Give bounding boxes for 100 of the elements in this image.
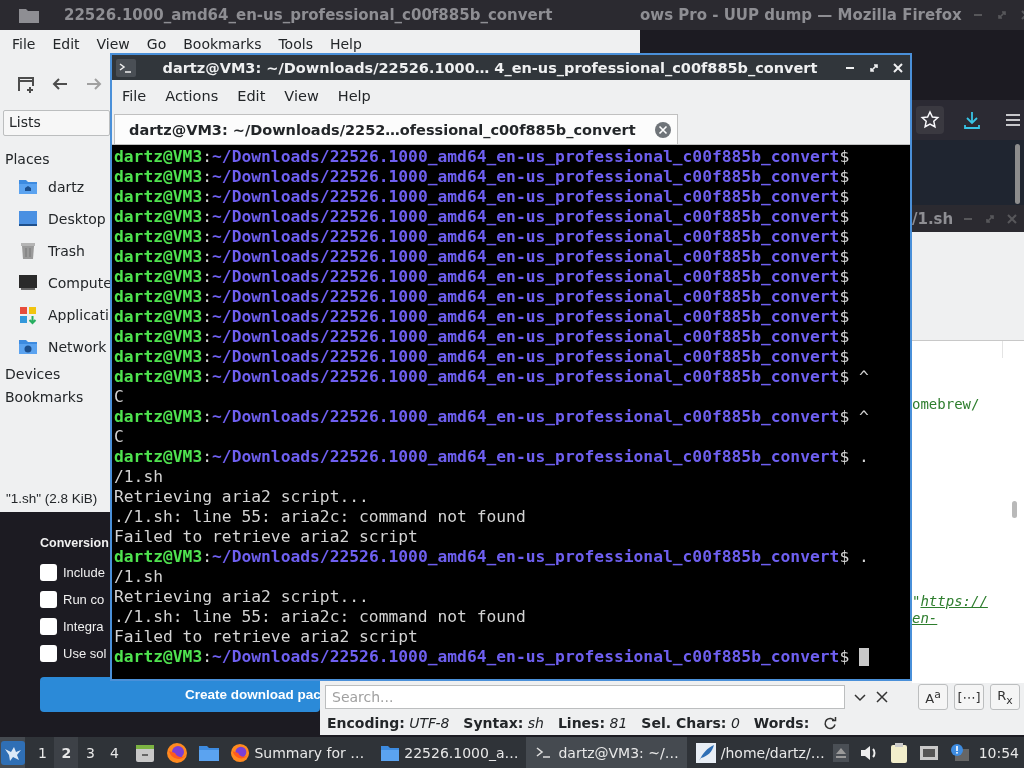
- sidebar-item[interactable]: Trash: [48, 243, 85, 259]
- scrollbar[interactable]: [1015, 144, 1020, 204]
- star-icon: [920, 110, 940, 130]
- close-circle-icon[interactable]: [653, 120, 672, 139]
- menu-item[interactable]: File: [4, 36, 45, 52]
- applications-icon: [18, 305, 38, 325]
- terminal-line: dartz@VM3:~/Downloads/22526.1000_amd64_en-us_professional_c00f885b_convert$: [114, 307, 851, 327]
- menu-item[interactable]: Help: [330, 88, 383, 104]
- status-label: Encoding:: [327, 715, 405, 732]
- window-title: /1.sh: [912, 209, 954, 228]
- maximize-icon[interactable]: [868, 61, 880, 74]
- terminal-line: dartz@VM3:~/Downloads/22526.1000_amd64_en-us_professional_c00f885b_convert$: [114, 187, 851, 207]
- scrollbar[interactable]: [1012, 501, 1017, 518]
- search-option-button[interactable]: A$^{a}$: [918, 684, 948, 711]
- taskbar-button[interactable]: dartz@VM3: ~/…: [526, 737, 687, 768]
- code-text: ": [912, 593, 921, 609]
- workspace-button[interactable]: 3: [78, 737, 103, 768]
- workspace-button[interactable]: 2: [54, 737, 79, 768]
- workspace-button[interactable]: 4: [102, 737, 127, 768]
- terminal-line: ./1.sh: line 55: aria2c: command not found: [114, 607, 527, 627]
- eject-icon[interactable]: [832, 743, 849, 762]
- new-tab-icon[interactable]: [17, 75, 35, 93]
- status-value: 81: [609, 715, 628, 732]
- sidebar-item[interactable]: dartz: [48, 179, 85, 195]
- browser-icon[interactable]: [166, 741, 189, 764]
- status-value: 0: [730, 715, 740, 732]
- sidebar-item[interactable]: Applicati: [48, 307, 109, 323]
- sidebar-item[interactable]: Compute: [48, 275, 112, 291]
- terminal-line: dartz@VM3:~/Downloads/22526.1000_amd64_en-us_professional_c00f885b_convert$: [114, 247, 851, 267]
- menu-item[interactable]: Bookmarks: [175, 36, 271, 52]
- status-value: sh: [527, 715, 544, 732]
- terminal-line: Failed to retrieve aria2 script: [114, 627, 419, 647]
- window-title: dartz@VM3: ~/Downloads/22526.1000… 4_en-us_professional_c00f885b_convert: [161, 59, 819, 76]
- status-text: "1.sh" (2.8 KiB): [6, 491, 98, 506]
- clock[interactable]: 10:54: [978, 744, 1019, 761]
- checkbox-label: Include: [63, 565, 105, 580]
- checkbox[interactable]: [40, 645, 57, 662]
- sidebar-heading: Devices: [4, 365, 62, 384]
- code-link[interactable]: https://: [920, 593, 988, 609]
- terminal-line: dartz@VM3:~/Downloads/22526.1000_amd64_en-us_professional_c00f885b_convert$ ^: [114, 367, 870, 387]
- terminal-line: Retrieving aria2 script...: [114, 587, 370, 607]
- terminal-line: dartz@VM3:~/Downloads/22526.1000_amd64_en-us_professional_c00f885b_convert$: [114, 287, 851, 307]
- terminal-line: dartz@VM3:~/Downloads/22526.1000_amd64_en-us_professional_c00f885b_convert$: [114, 647, 850, 667]
- terminal-line: dartz@VM3:~/Downloads/22526.1000_amd64_en-us_professional_c00f885b_convert$ .: [114, 447, 870, 467]
- menu-item[interactable]: View: [88, 36, 139, 52]
- menu-item[interactable]: Help: [321, 36, 371, 52]
- view-selector[interactable]: Lists: [3, 110, 110, 136]
- menu-item[interactable]: View: [277, 88, 331, 104]
- taskbar-button[interactable]: /home/dartz/…: [686, 737, 833, 768]
- terminal-line: Retrieving aria2 script...: [114, 487, 370, 507]
- network-icon[interactable]: [918, 743, 939, 762]
- search-option-button[interactable]: [⋯]: [954, 684, 984, 711]
- taskbar-button[interactable]: 22526.1000_a…: [372, 737, 527, 768]
- text-cursor: [859, 648, 869, 666]
- terminal-line: /1.sh: [114, 467, 164, 487]
- terminal-line: dartz@VM3:~/Downloads/22526.1000_amd64_en-us_professional_c00f885b_convert$ ^: [114, 407, 870, 427]
- code-text: omebrew/: [912, 396, 980, 412]
- code-link[interactable]: en-: [912, 610, 938, 626]
- folder-icon: [18, 6, 40, 24]
- notification-icon[interactable]: [948, 742, 969, 763]
- workspace-button[interactable]: 1: [30, 737, 55, 768]
- refresh-icon[interactable]: [823, 716, 838, 731]
- network-folder-icon: [18, 337, 38, 357]
- desktop-icon: [18, 209, 38, 229]
- terminal-icon: [116, 58, 136, 77]
- create-download-button[interactable]: Create download pac: [40, 677, 320, 712]
- menu-item[interactable]: File: [115, 88, 159, 104]
- terminal-line: dartz@VM3:~/Downloads/22526.1000_amd64_en-us_professional_c00f885b_convert$: [114, 167, 851, 187]
- bookmark-button[interactable]: [916, 106, 944, 134]
- terminal-tab[interactable]: dartz@VM3: ~/Downloads/2252…ofessional_c00f885b_convert: [114, 114, 678, 144]
- close-icon[interactable]: [892, 61, 904, 74]
- trash-icon: [18, 241, 38, 261]
- sidebar-item[interactable]: Desktop: [48, 211, 106, 227]
- status-label: Lines:: [557, 715, 606, 732]
- menu-item[interactable]: Go: [138, 36, 176, 52]
- feather-icon: [694, 741, 717, 764]
- sidebar-heading: Places: [4, 150, 51, 169]
- start-button[interactable]: [0, 737, 26, 768]
- sidebar-heading: Bookmarks: [4, 388, 85, 407]
- menu-item[interactable]: Tools: [270, 36, 322, 52]
- checkbox[interactable]: [40, 591, 57, 608]
- terminal-line: dartz@VM3:~/Downloads/22526.1000_amd64_en-us_professional_c00f885b_convert$: [114, 227, 851, 247]
- menu-item[interactable]: Edit: [44, 36, 89, 52]
- search-option-button[interactable]: R$_{x}$: [990, 684, 1020, 711]
- taskbar-button[interactable]: Summary for …: [222, 737, 373, 768]
- close-icon[interactable]: [875, 690, 889, 705]
- browser-icon: [230, 742, 251, 763]
- terminal-line: C: [114, 387, 125, 407]
- menu-item[interactable]: Edit: [230, 88, 278, 104]
- terminal-line: dartz@VM3:~/Downloads/22526.1000_amd64_en-us_professional_c00f885b_convert$: [114, 147, 851, 167]
- checkbox[interactable]: [40, 618, 57, 635]
- menu-item[interactable]: Actions: [158, 88, 231, 104]
- terminal-line: dartz@VM3:~/Downloads/22526.1000_amd64_en-us_professional_c00f885b_convert$: [114, 327, 851, 347]
- terminal-line: ./1.sh: line 55: aria2c: command not found: [114, 507, 527, 527]
- search-field[interactable]: Search...: [325, 685, 845, 710]
- clipboard-icon[interactable]: [888, 741, 909, 764]
- sidebar-item[interactable]: Network: [48, 339, 107, 355]
- menu-icon: [1004, 111, 1022, 129]
- checkbox-label: Integra: [63, 619, 104, 634]
- checkbox[interactable]: [40, 564, 57, 581]
